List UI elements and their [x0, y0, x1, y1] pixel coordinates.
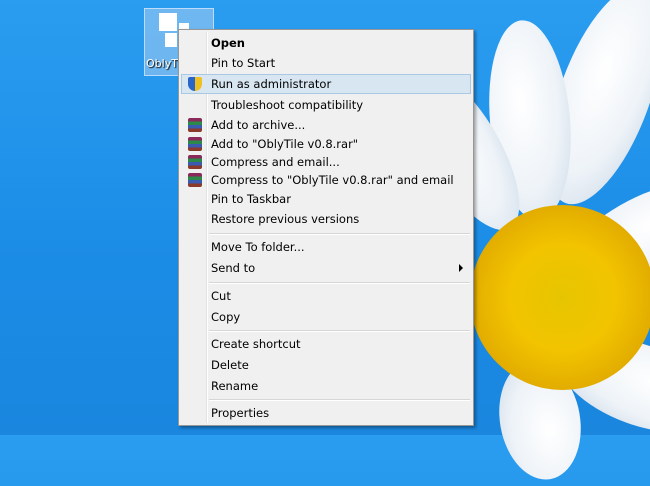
menu-separator [209, 330, 470, 332]
context-menu: Open Pin to Start Run as administrator T… [178, 29, 474, 426]
menu-item-compress-and-email[interactable]: Compress and email... [181, 152, 471, 172]
menu-item-troubleshoot-compatibility[interactable]: Troubleshoot compatibility [181, 95, 471, 115]
menu-item-cut[interactable]: Cut [181, 286, 471, 306]
menu-item-label: Move To folder... [211, 240, 305, 254]
menu-separator [209, 399, 470, 401]
menu-item-properties[interactable]: Properties [181, 403, 471, 423]
menu-item-pin-to-taskbar[interactable]: Pin to Taskbar [181, 189, 471, 209]
menu-item-label: Cut [211, 289, 231, 303]
menu-item-label: Restore previous versions [211, 212, 360, 226]
menu-item-label: Add to "OblyTile v0.8.rar" [211, 137, 359, 151]
menu-item-pin-to-start[interactable]: Pin to Start [181, 53, 471, 73]
menu-item-add-to-rar[interactable]: Add to "OblyTile v0.8.rar" [181, 134, 471, 154]
winrar-icon [188, 137, 202, 151]
menu-item-label: Pin to Start [211, 56, 276, 70]
app-icon-tile [159, 13, 177, 31]
menu-item-create-shortcut[interactable]: Create shortcut [181, 334, 471, 354]
winrar-icon [188, 155, 202, 169]
menu-item-label: Create shortcut [211, 337, 301, 351]
menu-item-rename[interactable]: Rename [181, 376, 471, 396]
menu-item-label: Run as administrator [211, 77, 332, 91]
menu-item-label: Open [211, 36, 245, 50]
menu-separator [209, 233, 470, 235]
menu-item-label: Copy [211, 310, 241, 324]
menu-separator [209, 282, 470, 284]
winrar-icon [188, 118, 202, 132]
menu-item-delete[interactable]: Delete [181, 355, 471, 375]
winrar-icon [188, 173, 202, 187]
menu-item-add-to-archive[interactable]: Add to archive... [181, 115, 471, 135]
menu-item-label: Send to [211, 261, 256, 275]
menu-item-label: Add to archive... [211, 118, 306, 132]
menu-item-label: Compress and email... [211, 155, 340, 169]
menu-item-restore-previous-versions[interactable]: Restore previous versions [181, 209, 471, 229]
menu-item-label: Pin to Taskbar [211, 192, 291, 206]
app-icon-tile [165, 33, 177, 47]
menu-item-label: Troubleshoot compatibility [211, 98, 364, 112]
submenu-arrow-icon [459, 264, 463, 272]
menu-item-copy[interactable]: Copy [181, 307, 471, 327]
menu-item-open[interactable]: Open [181, 33, 471, 53]
menu-item-move-to-folder[interactable]: Move To folder... [181, 237, 471, 257]
menu-item-label: Compress to "OblyTile v0.8.rar" and emai… [211, 173, 454, 187]
menu-item-compress-to-rar-and-email[interactable]: Compress to "OblyTile v0.8.rar" and emai… [181, 170, 471, 190]
menu-item-label: Properties [211, 406, 270, 420]
menu-item-label: Rename [211, 379, 259, 393]
menu-item-label: Delete [211, 358, 249, 372]
uac-shield-icon [188, 77, 202, 91]
menu-item-run-as-administrator[interactable]: Run as administrator [181, 74, 471, 94]
wallpaper-flower-center [470, 205, 650, 390]
menu-item-send-to[interactable]: Send to [181, 258, 471, 278]
